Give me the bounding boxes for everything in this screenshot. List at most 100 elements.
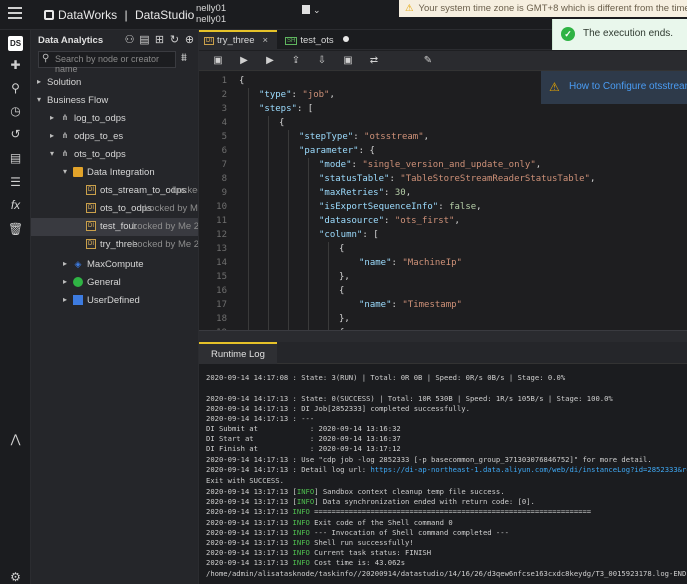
code-line: "column": [ bbox=[319, 230, 379, 240]
tree-item[interactable]: ▾ ⋔ ots_to_odps bbox=[31, 146, 198, 164]
datastudio-icon[interactable]: DS bbox=[8, 36, 23, 51]
help-link[interactable]: How to Configure otsstream P bbox=[569, 81, 687, 92]
import-icon[interactable]: ⊞ bbox=[153, 33, 166, 46]
close-icon[interactable]: × bbox=[263, 35, 269, 46]
run-params-icon[interactable]: ▶ bbox=[263, 54, 277, 68]
toast-message: The execution ends. bbox=[583, 28, 674, 39]
magic-wand-icon[interactable]: ✎ bbox=[421, 54, 435, 68]
line-number: 6 bbox=[221, 146, 227, 156]
tab-try-three[interactable]: DI try_three × bbox=[199, 30, 277, 50]
log-line: DI Finish at : 2020-09-14 13:17:12 bbox=[206, 444, 401, 453]
panel-splitter[interactable] bbox=[199, 330, 687, 342]
function-icon[interactable]: fx bbox=[8, 198, 23, 213]
tree-item[interactable]: ▾ Data Integration bbox=[31, 164, 198, 182]
bookmark-icon[interactable] bbox=[302, 5, 310, 14]
user-info[interactable]: nelly01 nelly01 bbox=[196, 3, 226, 25]
brand[interactable]: DataWorks | DataStudio bbox=[44, 8, 194, 22]
tree-item[interactable]: ▸ ⋔ log_to_odps bbox=[31, 110, 198, 128]
code-editor[interactable]: 12345678910111213141516171819 {"type": "… bbox=[199, 72, 687, 330]
tree-item[interactable]: ▸ General bbox=[31, 274, 198, 292]
unsaved-dot-icon bbox=[343, 36, 349, 42]
log-line: 2020-09-14 14:17:13 : Detail log url: ht… bbox=[206, 465, 687, 475]
chevron-down-icon[interactable]: ⌄ bbox=[313, 5, 321, 16]
workflow-icon: ⋔ bbox=[61, 131, 69, 140]
table-icon[interactable]: ▤ bbox=[8, 151, 23, 166]
user-filter-icon[interactable]: ⚇ bbox=[123, 33, 136, 46]
tree-item[interactable]: DItry_threeLocked by Me 202 bbox=[31, 236, 198, 254]
line-number: 5 bbox=[221, 132, 227, 142]
filter-icon[interactable]: ⩩ bbox=[181, 52, 187, 65]
log-line: 2020-09-14 14:17:13 : Use "cdp job -log … bbox=[206, 455, 652, 464]
brand-name: DataWorks bbox=[58, 8, 118, 22]
tree-item[interactable]: DIots_stream_to_odpsLocked bbox=[31, 182, 198, 200]
lineage-icon[interactable]: ⋀ bbox=[8, 432, 23, 447]
code-line: "maxRetries": 30, bbox=[319, 188, 412, 198]
search-icon: ⚲ bbox=[42, 53, 50, 64]
line-number: 8 bbox=[221, 174, 227, 184]
search-input[interactable]: ⚲ Search by node or creator name bbox=[38, 51, 176, 74]
tree-item-label: MaxCompute bbox=[87, 259, 144, 270]
line-number: 4 bbox=[221, 118, 227, 128]
code-line: "type": "job", bbox=[259, 90, 335, 100]
log-line: DI Start at : 2020-09-14 13:16:37 bbox=[206, 434, 401, 443]
left-rail: DS ✚ ⚲ ◷ ↺ ▤ ☰ fx 🗑 ⋀ ⚙ bbox=[0, 30, 31, 584]
tree-item[interactable]: DI ots_to_odps Locked by Me bbox=[31, 200, 198, 218]
clock-icon[interactable]: ◷ bbox=[8, 104, 23, 119]
tree-item-label: Data Integration bbox=[87, 167, 155, 178]
locate-icon[interactable]: ⊕ bbox=[183, 33, 196, 46]
code-line: { bbox=[339, 244, 345, 254]
chevron-down-icon[interactable]: ▾ bbox=[37, 95, 41, 104]
code-line: { bbox=[239, 76, 245, 86]
download-icon[interactable]: ⇩ bbox=[315, 54, 329, 68]
tab-runtime-log[interactable]: Runtime Log bbox=[199, 342, 277, 364]
convert-icon[interactable]: ⇄ bbox=[367, 54, 381, 68]
code-line: "name": "Timestamp" bbox=[359, 300, 462, 310]
chevron-right-icon[interactable]: ▸ bbox=[50, 131, 54, 140]
editor-toolbar: ▣ ▶ ▶ ⇪ ⇩ ▣ ⇄ ✎ bbox=[199, 51, 687, 71]
sliders-icon[interactable]: ☰ bbox=[8, 175, 23, 190]
save-icon[interactable]: ▣ bbox=[211, 54, 225, 68]
trash-icon[interactable]: 🗑 bbox=[8, 222, 23, 237]
tree-item[interactable]: DItest_fourLocked by Me 202 bbox=[31, 218, 198, 236]
tree-item[interactable]: ▸ Solution bbox=[31, 74, 198, 92]
tree-item[interactable]: ▸ ◈ MaxCompute bbox=[31, 256, 198, 274]
tree-item[interactable]: ▾ Business Flow bbox=[31, 92, 198, 110]
timezone-warning-banner: ⚠ Your system time zone is GMT+8 which is… bbox=[399, 0, 687, 17]
history-icon[interactable]: ↺ bbox=[8, 127, 23, 142]
search-icon[interactable]: ⚲ bbox=[8, 81, 23, 96]
log-line: /home/admin/alisatasknode/taskinfo//2020… bbox=[206, 569, 687, 578]
code-line: { bbox=[339, 286, 345, 296]
log-line: 2020-09-14 13:17:13 INFO Exit code of th… bbox=[206, 518, 453, 527]
tree-item[interactable]: ▸ UserDefined bbox=[31, 292, 198, 310]
tab-test-ots[interactable]: SH test_ots bbox=[281, 30, 341, 50]
chevron-right-icon[interactable]: ▸ bbox=[63, 277, 67, 286]
shell-badge-icon: SH bbox=[285, 37, 298, 45]
chevron-right-icon[interactable]: ▸ bbox=[63, 259, 67, 268]
chevron-right-icon[interactable]: ▸ bbox=[50, 113, 54, 122]
runtime-log[interactable]: 2020-09-14 14:17:08 : State: 3(RUN) | To… bbox=[199, 364, 687, 584]
workflow-icon: ⋔ bbox=[61, 149, 69, 158]
chevron-right-icon[interactable]: ▸ bbox=[63, 295, 67, 304]
settings-icon[interactable]: ⚙ bbox=[8, 570, 23, 584]
tree-item[interactable]: ▸ ⋔ odps_to_es bbox=[31, 128, 198, 146]
puzzle-icon[interactable]: ✚ bbox=[8, 58, 23, 73]
format-icon[interactable]: ▣ bbox=[341, 54, 355, 68]
log-line: 2020-09-14 13:17:13 INFO Shell run succe… bbox=[206, 538, 414, 547]
log-line: 2020-09-14 14:17:13 : --- bbox=[206, 414, 315, 423]
help-banner[interactable]: ⚠ How to Configure otsstream P bbox=[541, 71, 687, 104]
code-line: }, bbox=[339, 272, 350, 282]
user-name: nelly01 bbox=[196, 3, 227, 14]
di-node-icon: DI bbox=[86, 221, 96, 231]
chevron-down-icon[interactable]: ▾ bbox=[50, 149, 54, 158]
refresh-icon[interactable]: ↻ bbox=[168, 33, 181, 46]
tree-item-label: General bbox=[87, 277, 121, 288]
tree-item-label: log_to_odps bbox=[74, 113, 126, 124]
log-detail-link[interactable]: https://di-ap-northeast-1.data.aliyun.co… bbox=[370, 465, 687, 474]
run-icon[interactable]: ▶ bbox=[237, 54, 251, 68]
document-icon[interactable]: ▤ bbox=[138, 33, 151, 46]
upload-icon[interactable]: ⇪ bbox=[289, 54, 303, 68]
menu-icon[interactable] bbox=[8, 7, 22, 19]
chevron-down-icon[interactable]: ▾ bbox=[63, 167, 67, 176]
chevron-right-icon[interactable]: ▸ bbox=[37, 77, 41, 86]
general-icon bbox=[73, 277, 83, 287]
